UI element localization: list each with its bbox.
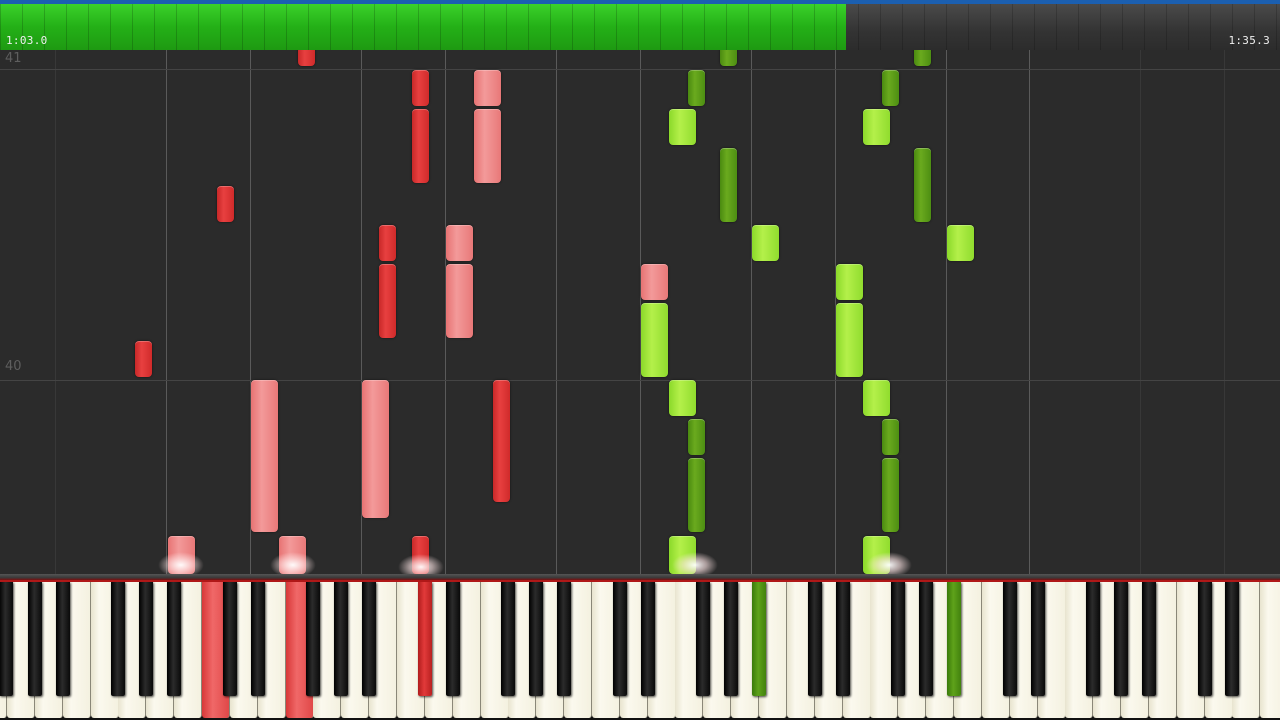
note-left-hand (379, 225, 396, 261)
piano-black-key[interactable] (1225, 582, 1240, 696)
total-time: 1:35.3 (1228, 34, 1270, 47)
piano-black-key[interactable] (501, 582, 516, 696)
note-left-hand (135, 341, 152, 377)
piano-black-key[interactable] (724, 582, 739, 696)
note-left-hand (412, 109, 429, 183)
note-left-hand (217, 186, 234, 222)
piano-black-key[interactable] (1002, 582, 1017, 696)
piano-black-key[interactable] (334, 582, 349, 696)
piano-black-key[interactable] (919, 582, 934, 696)
grid-line (556, 50, 557, 574)
piano-black-key[interactable] (1197, 582, 1212, 696)
piano-black-key[interactable] (27, 582, 42, 696)
progress-bar[interactable]: 1:03.0 1:35.3 (0, 0, 1280, 50)
piano-black-key[interactable] (891, 582, 906, 696)
piano-black-key[interactable] (362, 582, 377, 696)
note-right-hand (669, 109, 696, 145)
note-right-hand (863, 380, 890, 416)
piano-black-key[interactable] (752, 582, 766, 696)
note-right-hand (752, 225, 779, 261)
note-right-hand (688, 70, 705, 106)
note-right-hand (882, 419, 899, 455)
measure-label: 40 (5, 359, 22, 374)
keyboard-top-edge (0, 574, 1280, 582)
note-right-hand (863, 109, 890, 145)
note-left-hand (446, 225, 473, 261)
piano-black-key[interactable] (417, 582, 432, 696)
piano-black-key[interactable] (640, 582, 655, 696)
note-right-hand (688, 458, 705, 532)
grid-line (946, 50, 947, 574)
piano-black-key[interactable] (111, 582, 126, 696)
progress-ticks (0, 4, 1280, 50)
piano-black-key[interactable] (1086, 582, 1101, 696)
note-left-hand (474, 109, 501, 183)
note-right-hand (836, 303, 863, 377)
piano-black-key[interactable] (55, 582, 70, 696)
piano-black-key[interactable] (0, 582, 13, 696)
note-right-hand (914, 148, 931, 222)
note-left-hand (251, 380, 278, 532)
piano-black-key[interactable] (306, 582, 321, 696)
note-right-hand (882, 70, 899, 106)
note-hit-spark (866, 552, 912, 574)
note-left-hand (493, 380, 510, 502)
note-right-hand (914, 50, 931, 66)
note-right-hand (720, 148, 737, 222)
current-time: 1:03.0 (6, 34, 48, 47)
note-left-hand (641, 264, 668, 300)
note-left-hand (362, 380, 389, 518)
grid-line (1140, 50, 1141, 574)
note-left-hand (379, 264, 396, 338)
piano-black-key[interactable] (167, 582, 182, 696)
piano-black-key[interactable] (835, 582, 850, 696)
piano-keyboard[interactable] (0, 582, 1280, 720)
piano-black-key[interactable] (696, 582, 711, 696)
piano-black-key[interactable] (445, 582, 460, 696)
piano-black-key[interactable] (250, 582, 265, 696)
note-hit-spark (158, 552, 204, 574)
measure-line (0, 69, 1280, 70)
note-left-hand (446, 264, 473, 338)
measure-line (0, 380, 1280, 381)
piano-black-key[interactable] (139, 582, 154, 696)
note-field: 41 40 (0, 50, 1280, 574)
note-right-hand (720, 50, 737, 66)
measure-label: 41 (5, 51, 22, 66)
note-right-hand (836, 264, 863, 300)
note-hit-spark (398, 554, 444, 574)
grid-line (751, 50, 752, 574)
piano-black-key[interactable] (557, 582, 571, 696)
note-left-hand (474, 70, 501, 106)
grid-line (1029, 50, 1030, 574)
piano-black-key[interactable] (807, 582, 822, 696)
grid-line (166, 50, 167, 574)
note-right-hand (688, 419, 705, 455)
grid-line (1224, 50, 1225, 574)
piano-black-key[interactable] (1141, 582, 1156, 696)
note-right-hand (669, 380, 696, 416)
piano-white-key[interactable] (1260, 582, 1280, 718)
note-right-hand (882, 458, 899, 532)
note-left-hand (298, 50, 315, 66)
note-hit-spark (672, 552, 718, 574)
piano-black-key[interactable] (612, 582, 627, 696)
piano-black-key[interactable] (222, 582, 237, 696)
piano-black-key[interactable] (1030, 582, 1045, 696)
piano-black-key[interactable] (529, 582, 544, 696)
grid-line (55, 50, 56, 574)
note-left-hand (412, 70, 429, 106)
note-right-hand (947, 225, 974, 261)
piano-black-key[interactable] (946, 582, 961, 696)
note-right-hand (641, 303, 668, 377)
piano-black-key[interactable] (1114, 582, 1128, 696)
note-hit-spark (270, 552, 316, 574)
